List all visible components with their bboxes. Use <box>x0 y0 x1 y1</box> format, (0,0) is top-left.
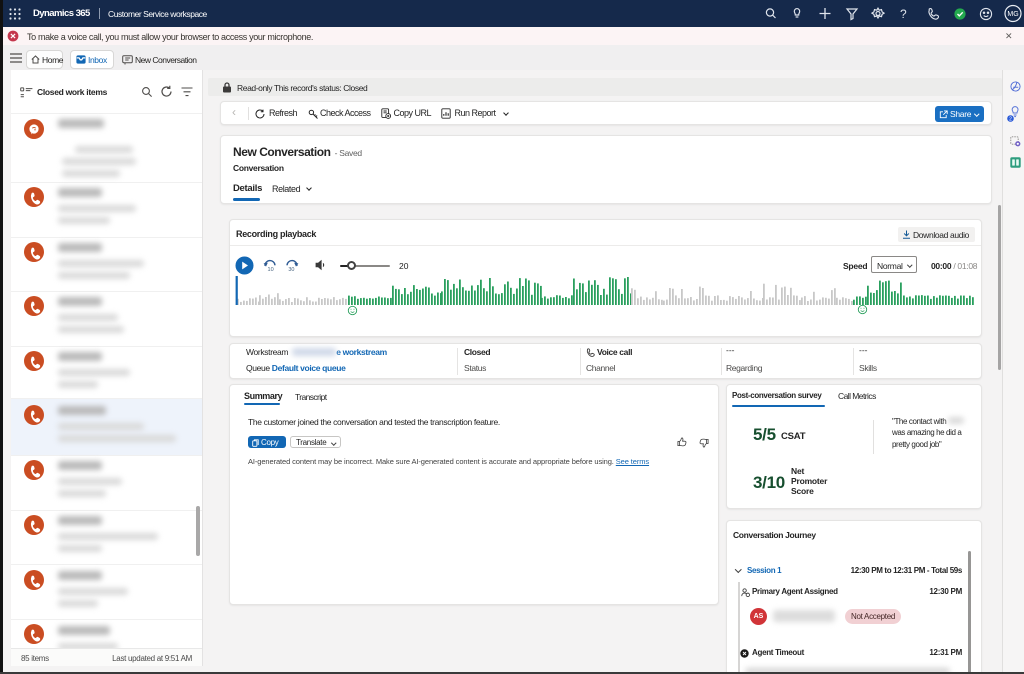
svg-text:MG: MG <box>1007 11 1018 18</box>
svg-text:2: 2 <box>1009 116 1012 122</box>
